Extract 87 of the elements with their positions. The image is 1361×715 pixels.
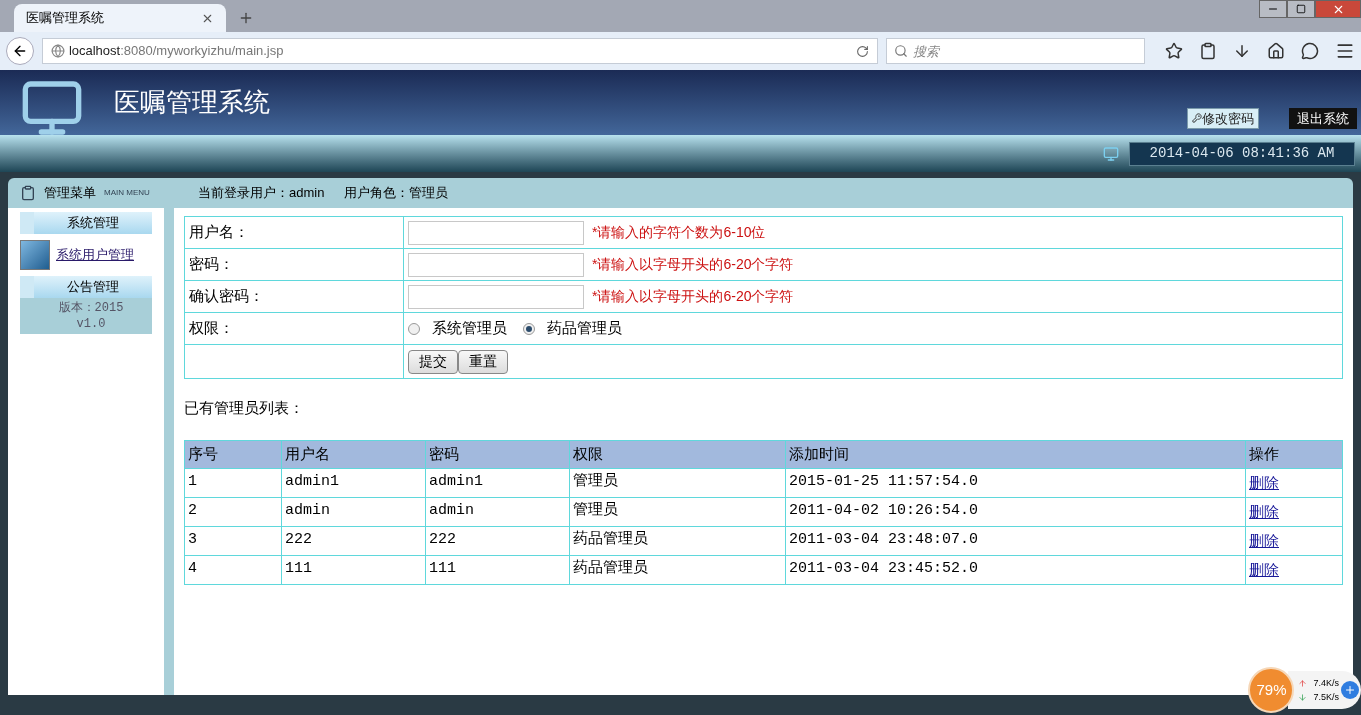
column-header: 添加时间 xyxy=(785,440,1246,468)
menu-icon[interactable] xyxy=(1335,41,1355,61)
star-icon[interactable] xyxy=(1165,42,1183,60)
table-cell: 111 xyxy=(425,555,570,584)
new-tab-icon[interactable] xyxy=(238,10,254,26)
input-field[interactable] xyxy=(408,220,584,245)
menu-subtitle: MAIN MENU xyxy=(104,187,150,199)
home-icon[interactable] xyxy=(1267,42,1285,60)
table-cell: 管理员 xyxy=(569,468,786,497)
radio-button[interactable] xyxy=(408,322,420,335)
maximize-icon xyxy=(1296,4,1306,14)
table-cell: admin1 xyxy=(425,468,570,497)
table-cell: 管理员 xyxy=(569,497,786,526)
url-path: :8080/myworkyizhu/main.jsp xyxy=(120,42,285,61)
plus-icon xyxy=(1344,684,1356,696)
table-cell: 4 xyxy=(184,555,282,584)
user-role: 用户角色：管理员 xyxy=(344,184,449,203)
browser-tab[interactable]: 医嘱管理系统 xyxy=(14,4,226,32)
up-arrow-icon xyxy=(1298,678,1308,688)
field-hint: *请输入以字母开头的6-20个字符 xyxy=(592,287,794,306)
menu-title: 管理菜单 xyxy=(44,184,96,203)
radio-label: 系统管理员 xyxy=(432,318,507,339)
list-title: 已有管理员列表： xyxy=(184,398,305,418)
table-cell: 222 xyxy=(425,526,570,555)
upload-speed: 7.4K/s xyxy=(1313,677,1339,690)
submit-button[interactable]: 提交 xyxy=(408,349,458,374)
clipboard-icon[interactable] xyxy=(1199,42,1217,60)
radio-label: 药品管理员 xyxy=(547,318,622,339)
back-button[interactable] xyxy=(6,37,34,65)
search-field[interactable]: 搜索 xyxy=(886,38,1145,64)
table-cell: 2015-01-25 11:57:54.0 xyxy=(785,468,1246,497)
input-field[interactable] xyxy=(408,252,584,277)
form-label: 用户名： xyxy=(189,222,249,243)
delete-link[interactable]: 删除 xyxy=(1249,502,1279,520)
column-header: 用户名 xyxy=(281,440,426,468)
url-host: localhost xyxy=(68,42,121,61)
column-header: 序号 xyxy=(184,440,282,468)
chat-icon[interactable] xyxy=(1301,42,1319,60)
table-cell: 1 xyxy=(184,468,282,497)
change-password-button[interactable]: 修改密码 xyxy=(1187,107,1259,129)
globe-icon xyxy=(50,44,65,58)
version-info: 版本：2015 v1.0 xyxy=(20,298,152,334)
reload-icon[interactable] xyxy=(856,44,870,58)
table-cell: 2011-03-04 23:45:52.0 xyxy=(785,555,1246,584)
table-cell: 222 xyxy=(281,526,426,555)
maximize-button[interactable] xyxy=(1287,0,1315,18)
download-speed: 7.5K/s xyxy=(1313,691,1339,704)
table-cell: 药品管理员 xyxy=(569,526,786,555)
table-cell: 2011-04-02 10:26:54.0 xyxy=(785,497,1246,526)
table-cell: 3 xyxy=(184,526,282,555)
datetime-display: 2014-04-06 08:41:36 AM xyxy=(1129,141,1355,166)
column-header: 权限 xyxy=(569,440,786,468)
form-label: 权限： xyxy=(189,318,234,339)
input-field[interactable] xyxy=(408,284,584,309)
reset-button[interactable]: 重置 xyxy=(458,349,508,374)
download-icon[interactable] xyxy=(1233,42,1251,60)
table-cell: 111 xyxy=(281,555,426,584)
table-cell: admin1 xyxy=(281,468,426,497)
close-window-button[interactable] xyxy=(1315,0,1361,18)
minimize-button[interactable] xyxy=(1259,0,1287,18)
form-label: 确认密码： xyxy=(189,286,264,307)
screen-icon xyxy=(1103,145,1119,162)
search-icon xyxy=(894,44,909,58)
field-hint: *请输入的字符个数为6-10位 xyxy=(592,223,766,242)
panel-icon xyxy=(20,185,36,201)
table-cell: admin xyxy=(425,497,570,526)
down-arrow-icon xyxy=(1298,692,1308,702)
app-title: 医嘱管理系统 xyxy=(114,86,270,119)
field-hint: *请输入以字母开头的6-20个字符 xyxy=(592,255,794,274)
delete-link[interactable]: 删除 xyxy=(1249,473,1279,491)
column-header: 操作 xyxy=(1245,440,1343,468)
table-cell: 2011-03-04 23:48:07.0 xyxy=(785,526,1246,555)
section-header[interactable]: 系统管理 xyxy=(20,212,152,234)
radio-button[interactable] xyxy=(523,322,535,335)
sidebar-link[interactable]: 系统用户管理 xyxy=(56,245,134,265)
current-user: 当前登录用户：admin xyxy=(198,184,325,203)
table-cell: 药品管理员 xyxy=(569,555,786,584)
url-field[interactable]: localhost:8080/myworkyizhu/main.jsp xyxy=(41,38,879,64)
table-cell: 2 xyxy=(184,497,282,526)
key-icon xyxy=(1192,113,1202,124)
section-header[interactable]: 公告管理 xyxy=(20,276,152,298)
delete-link[interactable]: 删除 xyxy=(1249,560,1279,578)
logout-button[interactable]: 退出系统 xyxy=(1289,107,1357,129)
table-cell: admin xyxy=(281,497,426,526)
column-header: 密码 xyxy=(425,440,570,468)
delete-link[interactable]: 删除 xyxy=(1249,531,1279,549)
form-label: 密码： xyxy=(189,254,234,275)
